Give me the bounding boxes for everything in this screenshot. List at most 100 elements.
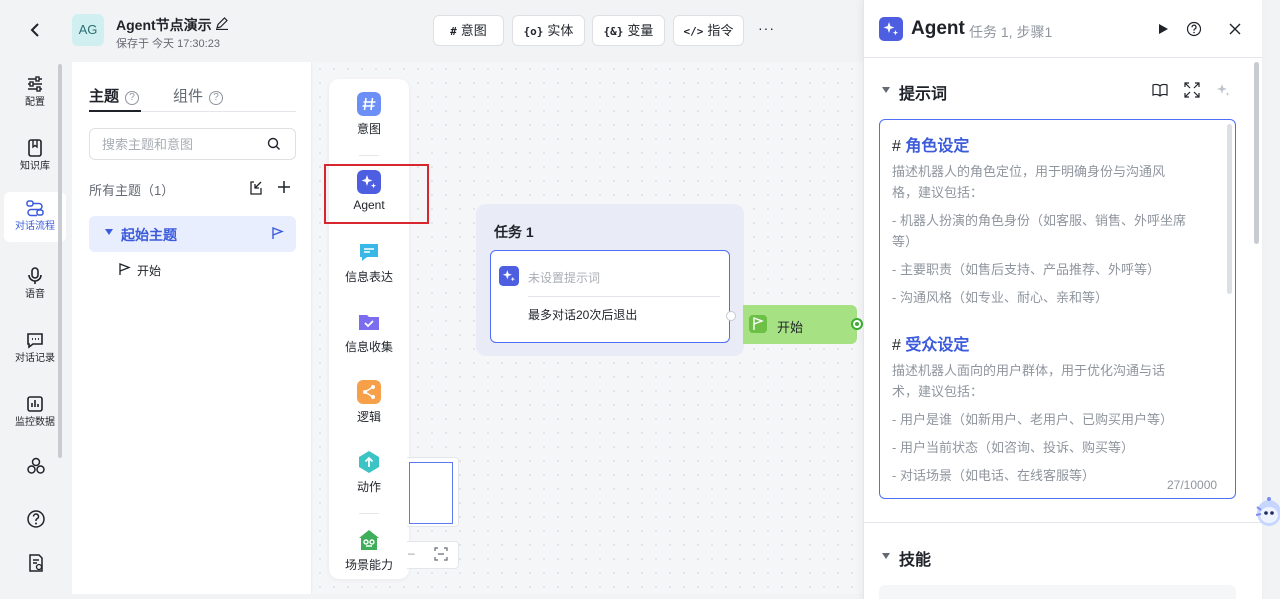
rail-item-config[interactable]: 配置 (4, 68, 66, 118)
more-button[interactable]: ··· (758, 20, 775, 36)
text-line: - 用户当前状态（如咨询、投诉、购买等） (892, 440, 1134, 455)
audience-heading: # 受众设定 (892, 331, 969, 355)
output-port[interactable] (726, 311, 736, 321)
toolbar-entity-button[interactable]: {o} 实体 (512, 15, 585, 46)
palette-label: 逻辑 (356, 410, 381, 424)
tab-components[interactable]: 组件? (173, 85, 224, 106)
rail-item-flow[interactable]: 对话流程 (4, 192, 66, 242)
palette-item-message[interactable]: 信息表达 (333, 240, 405, 300)
text-line: - 主要职责（如售后支持、产品推荐、外呼等） (892, 262, 1160, 277)
app-avatar: AG (72, 14, 104, 46)
char-count: 27/10000 (1167, 478, 1218, 492)
rail-label: 监控数据 (15, 417, 55, 428)
toolbar-label: 指令 (707, 23, 734, 38)
flag-icon (119, 263, 131, 275)
rail-item-records[interactable]: 对话记录 (4, 324, 66, 374)
rail-label: 知识库 (20, 161, 50, 172)
skills-box[interactable] (879, 585, 1236, 599)
assistant-mascot-icon[interactable] (1252, 493, 1280, 529)
text-line: 描述机器人的角色定位，用于明确身份与沟通风 (892, 164, 1166, 179)
caret-down-icon[interactable] (882, 553, 890, 559)
sub-item-start[interactable]: 开始 (137, 262, 161, 279)
message-icon (360, 244, 378, 261)
text-line: - 用户是谁（如新用户、老用户、已购买用户等） (892, 412, 1173, 427)
palette-item-action[interactable]: 动作 (333, 450, 405, 510)
tab-label: 主题 (89, 88, 120, 105)
text-line: - 机器人扮演的角色身份（如客服、销售、外呼坐席 (892, 213, 1186, 228)
editor-scrollbar[interactable] (1227, 124, 1232, 294)
ai-sparkle-icon[interactable] (1215, 82, 1231, 98)
audience-desc: 描述机器人面向的用户群体，用于优化沟通与话 术，建议包括： (892, 360, 1165, 402)
question-icon: ? (209, 91, 224, 105)
docs-icon[interactable] (26, 553, 46, 573)
search-icon[interactable] (266, 136, 282, 152)
tab-active-indicator (89, 110, 141, 112)
rail-label: 语音 (25, 289, 45, 300)
palette-item-intent[interactable]: 意图 (333, 92, 405, 152)
rail-label: 对话记录 (15, 353, 55, 364)
task-title: 任务 1 (494, 224, 534, 240)
zoom-out-button[interactable]: – (408, 546, 415, 560)
rail-label: 配置 (25, 97, 45, 108)
minimap-viewport[interactable] (409, 462, 453, 524)
start-output-port[interactable] (851, 318, 863, 330)
prompt-section-title: 提示词 (899, 86, 948, 103)
import-icon[interactable] (248, 180, 264, 196)
hash-icon: # (450, 25, 457, 38)
agent-panel-subtitle: 任务 1, 步骤1 (969, 24, 1053, 40)
help-icon[interactable] (26, 509, 46, 529)
help-icon[interactable] (1186, 21, 1202, 37)
palette-label: 信息表达 (344, 270, 393, 284)
role-heading: # 角色设定 (892, 132, 969, 156)
prompt-placeholder: 未设置提示词 (528, 271, 601, 285)
palette-item-scene[interactable]: 场景能力 (333, 528, 405, 588)
panel-header-divider (864, 57, 1262, 58)
chart-icon (27, 396, 43, 412)
toolbar-command-button[interactable]: </> 指令 (673, 15, 744, 46)
folder-check-icon (359, 315, 379, 330)
caret-down-icon[interactable] (105, 229, 113, 235)
plugins-icon[interactable] (26, 456, 46, 476)
rail-item-monitor[interactable]: 监控数据 (4, 388, 66, 438)
palette-item-logic[interactable]: 逻辑 (333, 380, 405, 440)
search-input[interactable] (89, 128, 296, 160)
text-line: 等） (892, 234, 919, 249)
book-open-icon[interactable] (1152, 82, 1168, 98)
palette-label: 场景能力 (344, 558, 393, 572)
saved-status: 保存于 今天 17:30:23 (116, 38, 220, 50)
start-node-label: 开始 (777, 320, 804, 335)
book-icon (28, 139, 42, 157)
toolbar-intent-button[interactable]: # 意图 (433, 15, 504, 46)
question-icon: ? (125, 91, 140, 105)
caret-down-icon[interactable] (882, 87, 890, 93)
rail-item-voice[interactable]: 语音 (4, 260, 66, 310)
palette-divider (359, 155, 379, 156)
rail-item-knowledge[interactable]: 知识库 (4, 132, 66, 182)
edit-icon[interactable] (215, 16, 229, 30)
tab-topics[interactable]: 主题? (89, 85, 140, 106)
highlight-box (324, 164, 429, 224)
agent-panel-title: Agent (911, 18, 965, 39)
text-line: 描述机器人面向的用户群体，用于优化沟通与话 (892, 363, 1166, 378)
code-icon: </> (683, 25, 704, 38)
app-title: Agent节点演示 (116, 17, 212, 33)
role-points: - 机器人扮演的角色身份（如客服、销售、外呼坐席 等） - 主要职责（如售后支持… (892, 210, 1186, 308)
palette-label: 信息收集 (344, 340, 393, 354)
rail-label: 对话流程 (15, 221, 55, 232)
tab-label: 组件 (173, 88, 204, 105)
rail-scrollbar[interactable] (58, 64, 62, 458)
play-icon[interactable] (1156, 22, 1170, 36)
toolbar-variable-button[interactable]: {&} 变量 (592, 15, 665, 46)
panel-scrollbar[interactable] (1254, 62, 1259, 244)
close-icon[interactable] (1228, 22, 1242, 36)
text-line: - 对话场景（如电话、在线客服等） (892, 468, 1095, 483)
expand-icon[interactable] (1184, 82, 1200, 98)
hash-glyph: # (892, 337, 901, 354)
add-icon[interactable] (276, 179, 292, 195)
palette-item-collect[interactable]: 信息收集 (333, 310, 405, 370)
fit-view-icon[interactable] (434, 547, 448, 561)
audience-points: - 用户是谁（如新用户、老用户、已购买用户等） - 用户当前状态（如咨询、投诉、… (892, 409, 1173, 486)
back-icon[interactable] (26, 20, 46, 42)
prompt-editor[interactable]: # 角色设定 描述机器人的角色定位，用于明确身份与沟通风 格，建议包括： - 机… (879, 119, 1236, 499)
microphone-icon (28, 267, 42, 284)
